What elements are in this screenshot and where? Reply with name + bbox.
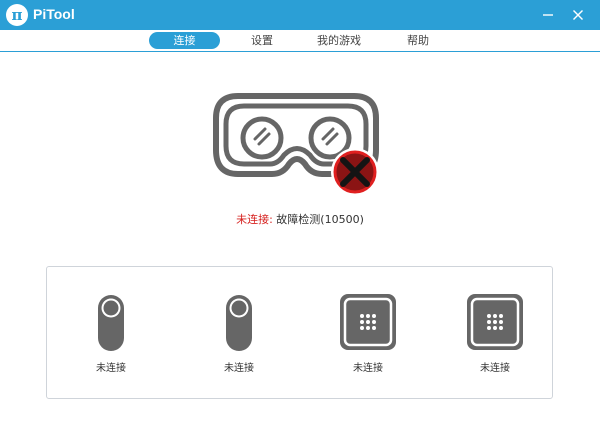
- vr-headset-icon: [213, 93, 379, 196]
- main-tabs: 连接 设置 我的游戏 帮助: [0, 30, 600, 51]
- tab-settings[interactable]: 设置: [237, 32, 287, 49]
- app-title: PiTool: [33, 6, 75, 22]
- minimize-icon: [543, 14, 553, 16]
- device-base-station-2: 未连接: [450, 267, 540, 400]
- controller-icon: [98, 295, 124, 351]
- base-station-icon: [340, 294, 396, 350]
- disconnected-x-icon: [331, 148, 379, 196]
- controller-icon: [226, 295, 252, 351]
- close-button[interactable]: [568, 5, 588, 25]
- title-bar: π PiTool: [0, 0, 600, 30]
- device-controller-left: 未连接: [66, 267, 156, 400]
- device-status-label: 未连接: [224, 363, 254, 374]
- close-icon: [573, 10, 583, 20]
- tab-my-games[interactable]: 我的游戏: [307, 32, 371, 49]
- tab-help[interactable]: 帮助: [398, 32, 438, 49]
- pi-logo-icon: π: [6, 4, 28, 26]
- device-base-station-1: 未连接: [323, 267, 413, 400]
- status-error-label: 未连接:: [236, 213, 273, 226]
- base-station-icon: [467, 294, 523, 350]
- tab-divider: [0, 51, 600, 52]
- tab-connect[interactable]: 连接: [149, 32, 220, 49]
- connection-status: 未连接: 故障检测(10500): [0, 211, 600, 227]
- headset-status-graphic: [212, 92, 382, 196]
- minimize-button[interactable]: [538, 5, 558, 25]
- device-controller-right: 未连接: [194, 267, 284, 400]
- device-status-label: 未连接: [96, 363, 126, 374]
- device-status-label: 未连接: [480, 363, 510, 374]
- status-message: 故障检测(10500): [272, 213, 364, 226]
- device-status-label: 未连接: [353, 363, 383, 374]
- device-panel: 未连接 未连接 未连接 未连接: [46, 266, 553, 399]
